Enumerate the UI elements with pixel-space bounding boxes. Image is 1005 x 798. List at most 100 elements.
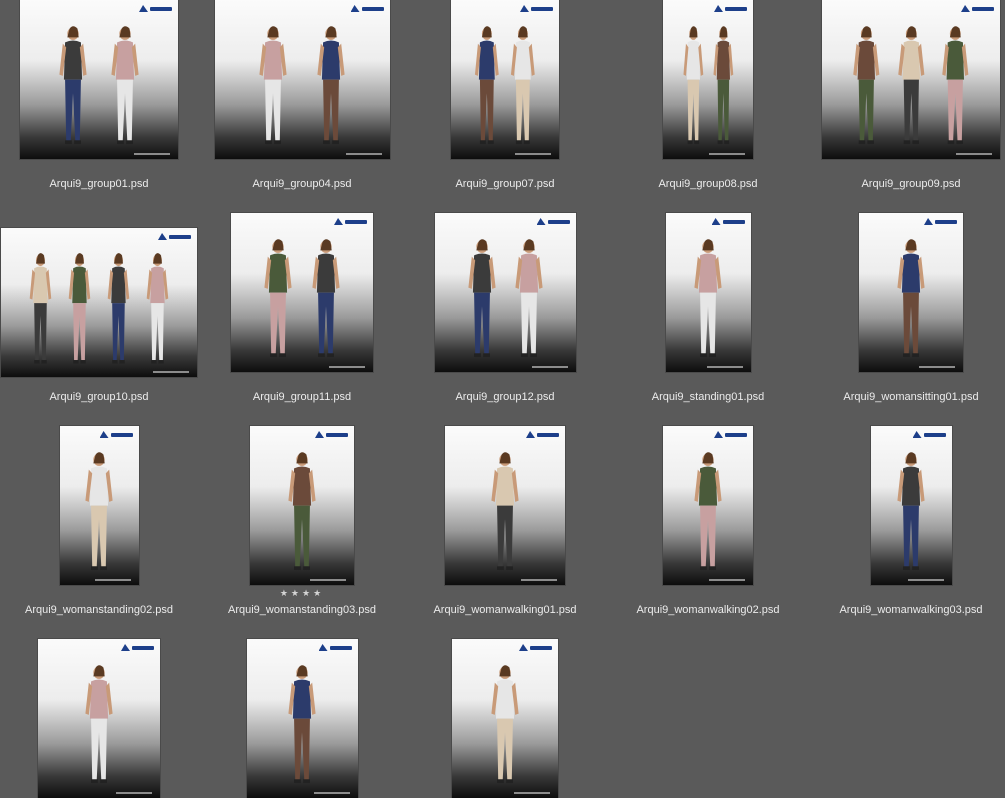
arqui9-logo [526, 431, 559, 438]
file-thumbnail[interactable] [434, 213, 576, 372]
file-thumbnail[interactable] [445, 426, 565, 585]
file-name[interactable]: Arqui9_group11.psd [201, 391, 403, 404]
file-thumbnail[interactable] [1, 228, 197, 377]
thumbnail-grid: Arqui9_group01.psd Arqui9_group04.psd Arqu… [0, 0, 1005, 798]
person-figure [105, 252, 132, 368]
arqui9-logo [714, 431, 747, 438]
person-figure [681, 25, 706, 149]
person-figure [27, 252, 54, 368]
arqui9-logo [158, 233, 191, 240]
file-name[interactable]: Arqui9_womanwalking02.psd [607, 604, 809, 617]
credit-line [709, 153, 745, 155]
rating-stars: ★★★★ [279, 588, 325, 598]
person-figure [256, 25, 290, 149]
file-name[interactable]: Arqui9_womanwalking01.psd [404, 604, 606, 617]
file-name[interactable]: Arqui9_group04.psd [201, 178, 403, 191]
person-figure [66, 252, 93, 368]
person-figure [285, 451, 319, 575]
credit-line [329, 366, 365, 368]
credit-line [531, 366, 568, 368]
person-figure [508, 25, 538, 149]
person-figure [82, 664, 116, 788]
person-figure [56, 25, 90, 149]
person-figure [108, 25, 142, 149]
file-thumbnail[interactable] [231, 213, 373, 372]
person-figure [895, 25, 928, 149]
credit-line [709, 579, 745, 581]
arqui9-logo [334, 218, 367, 225]
person-figure [894, 238, 928, 362]
arqui9-logo [714, 5, 747, 12]
file-name[interactable]: Arqui9_standing01.psd [607, 391, 809, 404]
file-name[interactable]: Arqui9_group08.psd [607, 178, 809, 191]
credit-line [706, 366, 743, 368]
credit-line [153, 371, 189, 373]
file-thumbnail[interactable] [214, 0, 390, 159]
credit-line [310, 579, 346, 581]
credit-line [521, 579, 557, 581]
credit-line [919, 366, 955, 368]
file-name[interactable]: Arqui9_womanstanding03.psd [201, 604, 403, 617]
person-figure [488, 664, 522, 788]
file-name[interactable]: Arqui9_group09.psd [810, 178, 1005, 191]
arqui9-logo [121, 644, 154, 651]
credit-line [515, 153, 551, 155]
arqui9-logo [519, 644, 552, 651]
person-figure [82, 451, 116, 575]
arqui9-logo [711, 218, 745, 225]
credit-line [956, 153, 992, 155]
arqui9-logo [318, 644, 352, 651]
file-thumbnail[interactable] [246, 639, 358, 798]
file-name[interactable]: Arqui9_womansitting01.psd [810, 391, 1005, 404]
file-thumbnail[interactable] [20, 0, 178, 159]
file-thumbnail[interactable] [663, 426, 753, 585]
credit-line [345, 153, 382, 155]
person-figure [691, 451, 725, 575]
person-figure [261, 238, 295, 362]
credit-line [134, 153, 170, 155]
arqui9-logo [536, 218, 570, 225]
person-figure [512, 238, 546, 362]
person-figure [850, 25, 883, 149]
credit-line [514, 792, 550, 794]
person-figure [314, 25, 348, 149]
credit-line [313, 792, 350, 794]
file-thumbnail[interactable] [38, 639, 160, 798]
file-name[interactable]: Arqui9_womanstanding02.psd [0, 604, 200, 617]
file-thumbnail[interactable] [822, 0, 1000, 159]
arqui9-logo [99, 431, 133, 438]
arqui9-logo [350, 5, 384, 12]
file-thumbnail[interactable] [451, 0, 559, 159]
person-figure [939, 25, 972, 149]
file-name[interactable]: Arqui9_group07.psd [404, 178, 606, 191]
arqui9-logo [912, 431, 946, 438]
file-name[interactable]: Arqui9_group10.psd [0, 391, 200, 404]
file-thumbnail[interactable] [859, 213, 963, 372]
file-thumbnail[interactable] [870, 426, 952, 585]
file-thumbnail[interactable] [663, 0, 753, 159]
credit-line [907, 579, 944, 581]
file-thumbnail[interactable] [452, 639, 558, 798]
person-figure [894, 451, 928, 575]
file-thumbnail[interactable] [665, 213, 751, 372]
credit-line [116, 792, 152, 794]
person-figure [465, 238, 499, 362]
person-figure [144, 252, 171, 368]
person-figure [691, 238, 725, 362]
arqui9-logo [961, 5, 994, 12]
person-figure [488, 451, 522, 575]
file-name[interactable]: Arqui9_group12.psd [404, 391, 606, 404]
file-name[interactable]: Arqui9_womanwalking03.psd [810, 604, 1005, 617]
file-thumbnail[interactable] [250, 426, 354, 585]
person-figure [285, 664, 319, 788]
file-name[interactable]: Arqui9_group01.psd [0, 178, 200, 191]
file-thumbnail[interactable] [59, 426, 139, 585]
arqui9-logo [315, 431, 348, 438]
credit-line [94, 579, 131, 581]
arqui9-logo [139, 5, 172, 12]
arqui9-logo [520, 5, 553, 12]
person-figure [711, 25, 736, 149]
person-figure [472, 25, 502, 149]
person-figure [309, 238, 343, 362]
arqui9-logo [924, 218, 957, 225]
